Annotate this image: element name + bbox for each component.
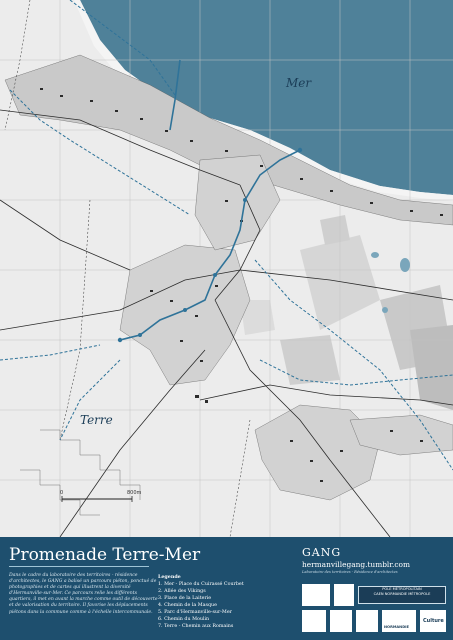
pole-metropolitain-logo: PÔLE MÉTROPOLITAIN CAEN NORMANDIE MÉTROP… [358, 586, 446, 604]
legend-item: 4. Chemin de la Masque [158, 603, 217, 608]
partner-logos: PÔLE MÉTROPOLITAIN CAEN NORMANDIE MÉTROP… [302, 584, 447, 634]
scale-end-label: 800m [127, 490, 142, 496]
title-divider [9, 566, 149, 567]
poster: Mer Terre 0 800m Promenade Terre-Mer Dan… [0, 0, 453, 640]
legend-item: 2. Allée des Vikings [158, 589, 206, 594]
partner-logo [356, 610, 378, 632]
legend-item: 1. Mer - Place du Cuirassé Courbet [158, 582, 244, 587]
pole-line-1: PÔLE MÉTROPOLITAIN [382, 587, 422, 591]
normandie-logo: NORMANDIE [382, 610, 416, 632]
brand-subtitle: Laboratoire des territoires - Résidence … [302, 570, 398, 574]
legend-item: 6. Chemin du Moulin [158, 617, 210, 622]
intro-text: Dans le cadre du laboratoire des territo… [9, 573, 158, 615]
legend-title: Legende [158, 574, 181, 580]
scale-start-label: 0 [60, 490, 64, 496]
legend-item: 3. Place de la Laiterie [158, 596, 212, 601]
pole-line-2: CAEN NORMANDIE MÉTROPOLE [373, 592, 431, 596]
partner-logo [330, 610, 352, 632]
normandie-text: NORMANDIE [384, 625, 409, 629]
sea-label: Mer [286, 76, 312, 90]
land-label: Terre [80, 413, 113, 427]
field-patch [280, 335, 340, 385]
brand-logo: GANG [302, 546, 342, 559]
map: Mer Terre 0 800m [0, 0, 453, 537]
culture-logo: Culture [420, 610, 446, 632]
website-link[interactable]: hermanvillegang.tumblr.com [302, 560, 410, 569]
culture-text: Culture [423, 618, 444, 624]
field-patch [320, 215, 350, 245]
map-svg [0, 0, 453, 537]
partner-logo [302, 584, 330, 606]
legend-item: 7. Terre - Chemin aux Romains [158, 624, 234, 629]
page-title: Promenade Terre-Mer [9, 545, 201, 565]
partner-logo [334, 584, 354, 606]
partner-logo [302, 610, 326, 632]
legend: Legende 1. Mer - Place du Cuirassé Courb… [158, 574, 244, 630]
legend-item: 5. Parc d'Hermanville-sur-Mer [158, 610, 232, 615]
